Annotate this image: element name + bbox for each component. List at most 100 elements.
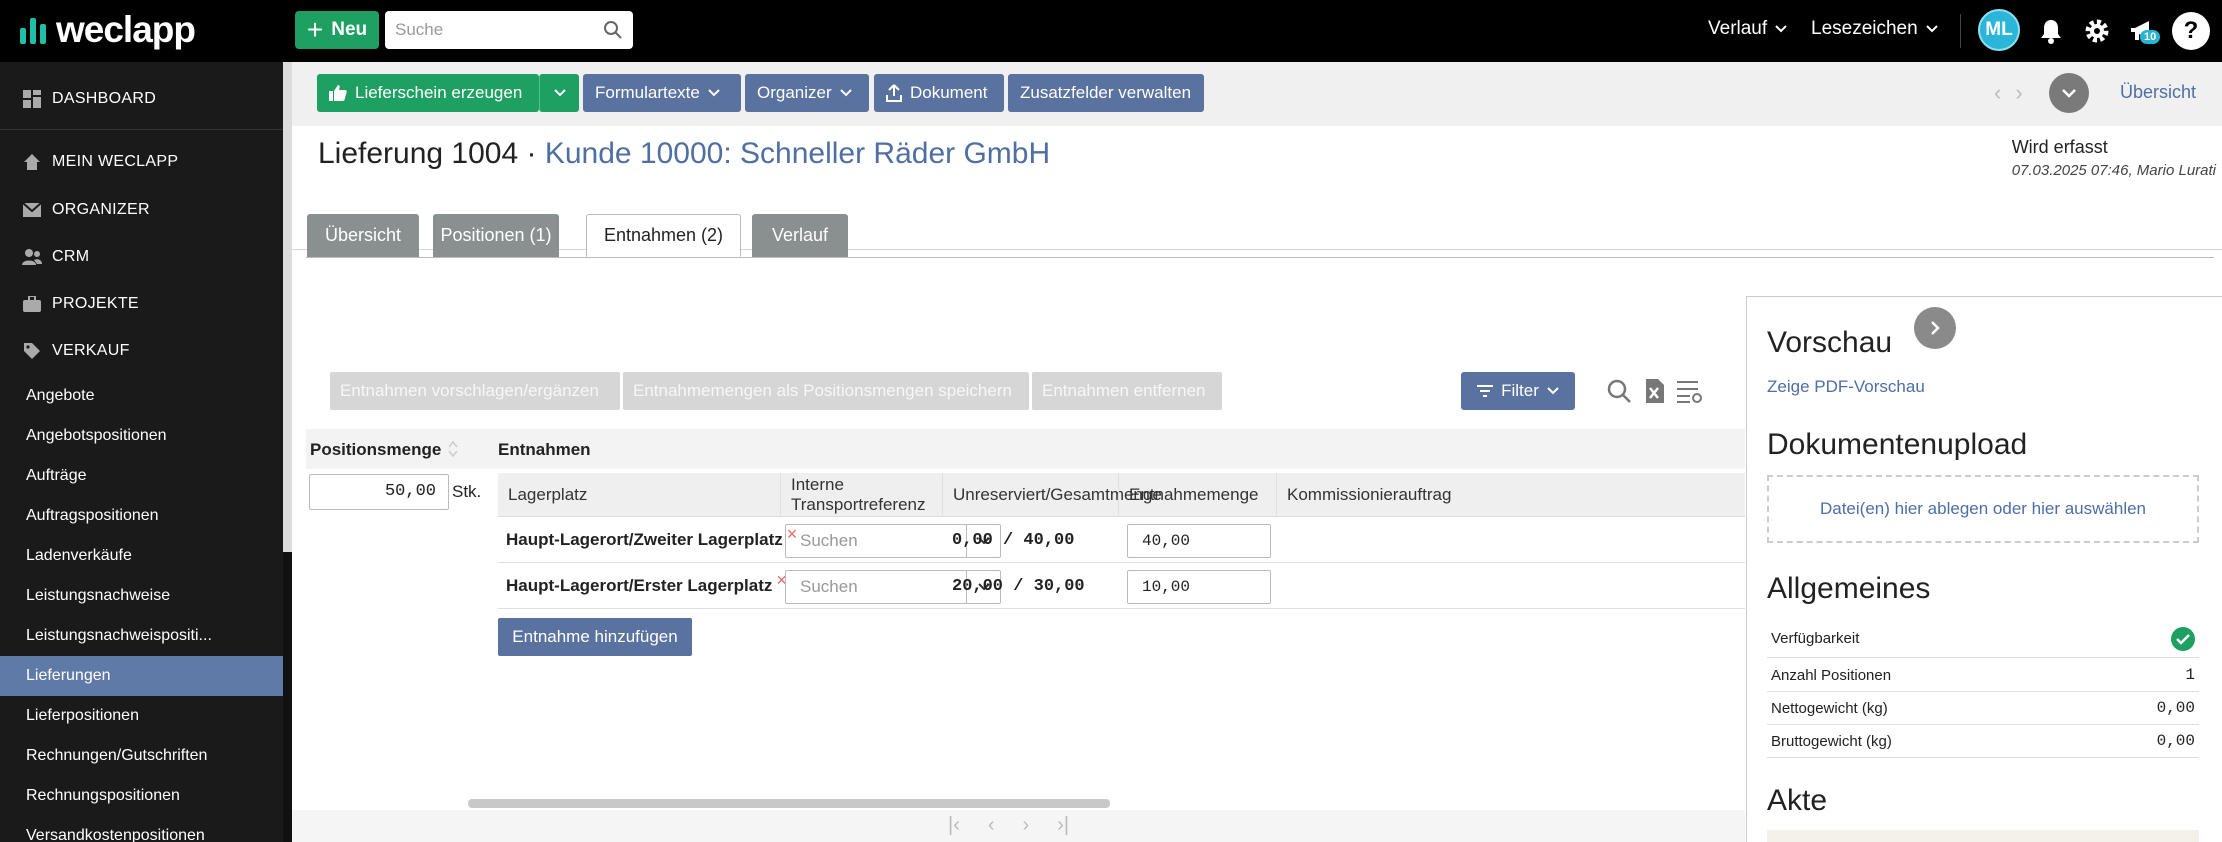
sort-icon[interactable] [448,440,458,458]
organizer-button[interactable]: Organizer [745,74,869,112]
tab-ubersicht[interactable]: Übersicht [307,214,419,257]
entfernen-button[interactable]: Entnahmen entfernen [1032,372,1222,410]
transport-search-input[interactable] [786,571,966,603]
info-row-verfuegbarkeit: Verfügbarkeit [1767,620,2199,658]
sidebar-item-lieferpositionen[interactable]: Lieferpositionen [0,696,283,736]
zusatzfelder-button[interactable]: Zusatzfelder verwalten [1008,74,1204,112]
header-entnahmemenge: Entnahmemenge [1118,473,1276,517]
column-positionsmenge[interactable]: Positionsmenge [310,440,441,460]
vorschlagen-button[interactable]: Entnahmen vorschlagen/ergänzen [330,372,620,410]
weclapp-logo[interactable]: weclapp [20,9,196,50]
next-page-icon[interactable]: › [1023,814,1030,837]
excel-export-icon[interactable] [1644,378,1666,404]
more-options-button[interactable] [2049,73,2089,113]
formulartexte-button[interactable]: Formulartexte [583,74,741,112]
sidebar-scrollbar[interactable] [283,62,292,842]
sidebar-item-angebotspositionen[interactable]: Angebotspositionen [0,416,283,456]
chevron-left-icon[interactable]: ‹ [1994,80,2001,106]
tab-divider [306,257,2214,258]
tab-verlauf[interactable]: Verlauf [752,214,848,257]
lieferschein-button[interactable]: Lieferschein erzeugen [317,74,539,112]
search-icon[interactable] [603,20,623,40]
sidebar-item-auftraege[interactable]: Aufträge [0,456,283,496]
first-page-icon[interactable]: |‹ [948,814,960,837]
panel-toggle-button[interactable] [1914,307,1956,349]
formulartexte-label: Formulartexte [595,83,700,102]
info-label: Nettogewicht (kg) [1771,699,1888,717]
info-value: 1 [2185,666,2195,684]
sidebar-item-projekte[interactable]: PROJEKTE [0,284,283,324]
entnahmemenge-field[interactable]: 40,00 [1127,524,1271,558]
sidebar-item-rechnungspositionen[interactable]: Rechnungspositionen [0,776,283,816]
scrollbar-thumb[interactable] [283,62,292,552]
tab-entnahmen[interactable]: Entnahmen (2) [586,214,741,257]
sidebar-divider [0,129,283,130]
add-entnahme-button[interactable]: Entnahme hinzufügen [498,618,692,656]
chevron-down-icon [839,89,852,97]
sidebar-item-dashboard[interactable]: DASHBOARD [0,79,283,119]
customer-link[interactable]: Kunde 10000: Schneller Räder GmbH [545,137,1050,170]
sidebar-item-crm[interactable]: CRM [0,237,283,277]
overview-link[interactable]: Übersicht [2120,82,2196,103]
dashboard-icon [22,90,42,108]
prev-page-icon[interactable]: ‹ [988,814,995,837]
sidebar-item-leistungsnachweise[interactable]: Leistungsnachweise [0,576,283,616]
search-icon[interactable] [1606,378,1632,404]
chevron-down-icon [1775,25,1787,33]
speichern-button[interactable]: Entnahmemengen als Positionsmengen speic… [623,372,1029,410]
verlauf-menu[interactable]: Verlauf [1708,18,1787,40]
sidebar-item-leistungsnachweispositionen[interactable]: Leistungsnachweispositi... [0,616,283,656]
sidebar-item-versandkostenpositionen[interactable]: Versandkostenpositionen [0,816,283,842]
info-label: Bruttogewicht (kg) [1771,732,1892,750]
megaphone-icon[interactable]: 10 [2126,14,2161,48]
organizer-label: Organizer [757,83,832,102]
help-button[interactable]: ? [2172,12,2210,50]
check-circle-icon [2171,627,2195,651]
entnahmemenge-field[interactable]: 10,00 [1127,570,1271,604]
file-dropzone[interactable]: Datei(en) hier ablegen oder hier auswähl… [1767,475,2199,543]
thumbs-up-icon [329,85,347,101]
last-page-icon[interactable]: ›| [1057,814,1069,837]
column-settings-icon[interactable] [1676,378,1704,404]
tab-positionen[interactable]: Positionen (1) [433,214,559,257]
table-row: Haupt-Lagerort/Zweiter Lagerplatz × 0,00… [498,517,1745,563]
dokument-label: Dokument [910,83,988,102]
new-button[interactable]: + Neu [295,11,379,49]
dokument-button[interactable]: Dokument [874,74,1004,112]
global-search [385,11,633,49]
filter-button[interactable]: Filter [1461,372,1575,410]
info-row-bruttogewicht: Bruttogewicht (kg) 0,00 [1767,725,2199,758]
bell-icon[interactable] [2034,14,2068,48]
lagerplatz-cell: Haupt-Lagerort/Erster Lagerplatz × [506,563,787,609]
sidebar-item-lieferungen[interactable]: Lieferungen [0,656,283,696]
sidebar-item-rechnungen[interactable]: Rechnungen/Gutschriften [0,736,283,776]
lagerplatz-value: Haupt-Lagerort/Zweiter Lagerplatz [506,530,783,549]
plus-icon: + [306,14,324,45]
horizontal-scrollbar[interactable] [468,799,1110,808]
info-label: Anzahl Positionen [1771,666,1892,684]
sidebar-item-verkauf[interactable]: VERKAUF [0,331,283,371]
header-gesamtmenge: Unreserviert/Gesamtmenge [942,473,1162,517]
transport-search-input[interactable] [786,525,966,557]
topbar-divider [1960,14,1961,48]
info-value: 0,00 [2156,699,2195,717]
sidebar: DASHBOARD MEIN WECLAPP ORGANIZER CRM PRO… [0,62,283,842]
sidebar-item-auftragspositionen[interactable]: Auftragspositionen [0,496,283,536]
tag-icon [22,342,42,360]
sidebar-item-mein-weclapp[interactable]: MEIN WECLAPP [0,142,283,182]
akte-heading: Akte [1767,784,1828,817]
chevron-right-icon[interactable]: › [2015,80,2022,106]
lesezeichen-menu[interactable]: Lesezeichen [1811,18,1938,40]
users-icon [22,248,42,266]
gear-icon[interactable] [2080,14,2114,48]
lieferschein-dropdown[interactable] [539,74,579,112]
sidebar-item-organizer[interactable]: ORGANIZER [0,190,283,230]
sidebar-item-angebote[interactable]: Angebote [0,376,283,416]
quantity-unit: Stk. [452,482,482,501]
pdf-preview-link[interactable]: Zeige PDF-Vorschau [1767,377,1925,397]
avatar[interactable]: ML [1978,9,2020,51]
position-quantity-field[interactable]: 50,00 [309,474,449,510]
status-meta: 07.03.2025 07:46, Mario Lurati [2011,162,2216,179]
search-input[interactable] [385,11,633,49]
sidebar-item-ladenverkaeufe[interactable]: Ladenverkäufe [0,536,283,576]
